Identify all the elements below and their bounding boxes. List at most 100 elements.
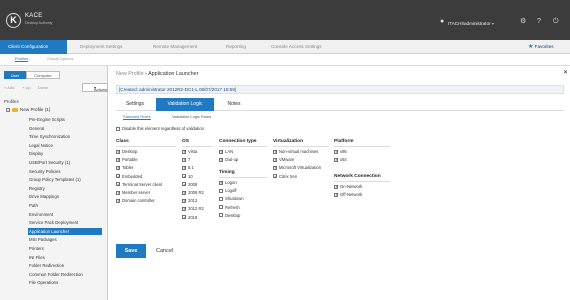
collapse-icon[interactable]: − xyxy=(6,107,10,112)
nav-console-access-settings[interactable]: Console Access Settings xyxy=(271,40,322,54)
sidebar-item[interactable]: INI Files xyxy=(28,254,102,261)
virtualization-checkbox[interactable]: Citrix Xen xyxy=(273,174,297,179)
favorites-button[interactable]: ★ Favorites xyxy=(528,40,554,54)
checkbox-box[interactable] xyxy=(334,157,339,162)
sidebar-item[interactable]: Path xyxy=(28,202,102,209)
network-checkbox[interactable]: Off-Network xyxy=(334,192,362,197)
checkbox-box[interactable] xyxy=(219,213,223,218)
virtualization-checkbox[interactable]: Microsoft Virtualization xyxy=(273,165,321,170)
sidebar-item[interactable]: Time Synchronization xyxy=(28,133,102,140)
checkbox-box[interactable] xyxy=(182,215,187,220)
sidebar-item[interactable]: Folder Redirection xyxy=(28,262,102,269)
sidebar-item[interactable]: Legal Notice xyxy=(28,142,102,149)
checkbox-box[interactable] xyxy=(219,188,223,193)
checkbox-box[interactable] xyxy=(182,206,187,211)
user-menu[interactable]: ITACHI\administrator ▾ xyxy=(448,21,494,26)
class-checkbox[interactable]: Portable xyxy=(116,157,138,162)
checkbox-box[interactable] xyxy=(182,149,187,154)
gear-icon[interactable]: ⚙ xyxy=(520,18,526,26)
move-up-button[interactable]: + Up xyxy=(22,85,31,90)
close-icon[interactable]: ✕ xyxy=(563,69,568,76)
checkbox-box[interactable] xyxy=(182,157,187,162)
checkbox-box[interactable] xyxy=(116,198,121,203)
connection-checkbox[interactable]: Dial-up xyxy=(219,157,238,162)
checkbox-box[interactable] xyxy=(273,165,278,170)
sidebar-item[interactable]: Display xyxy=(28,150,102,157)
checkbox-box[interactable] xyxy=(219,196,223,201)
nav-client-configuration[interactable]: Client Configuration xyxy=(0,40,67,54)
sidebar-item[interactable]: Registry xyxy=(28,185,102,192)
class-checkbox[interactable]: Tablet xyxy=(116,165,133,170)
checkbox-box[interactable] xyxy=(334,192,339,197)
cancel-button[interactable]: Cancel xyxy=(156,244,173,258)
sidebar-item[interactable]: Pre-Engine Scripts xyxy=(28,116,102,123)
sidebar-item[interactable]: Common Folder Redirection xyxy=(28,271,102,278)
class-checkbox[interactable]: Terminal Server client xyxy=(116,182,162,187)
checkbox-box[interactable] xyxy=(182,174,187,179)
sidebar-item[interactable]: Service Pack Deployment xyxy=(28,219,102,226)
question-icon[interactable]: ? xyxy=(537,18,541,26)
save-button[interactable]: Save xyxy=(116,244,146,258)
checkbox-box[interactable] xyxy=(182,165,187,170)
checkbox-box[interactable] xyxy=(219,149,224,154)
subtab-validation-logic-rules[interactable]: Validation Logic Rules xyxy=(172,114,211,119)
checkbox-box[interactable] xyxy=(219,205,223,210)
subnav-global-options[interactable]: Global Options xyxy=(47,56,73,61)
sidebar-item[interactable]: Group Policy Templates (1) xyxy=(28,176,102,183)
sidebar-item[interactable]: Drive Mappings xyxy=(28,193,102,200)
nav-deployment-settings[interactable]: Deployment Settings xyxy=(80,40,122,54)
platform-checkbox[interactable]: x86 xyxy=(334,149,347,154)
nav-remote-management[interactable]: Remote Management xyxy=(153,40,197,54)
os-checkbox[interactable]: 7 xyxy=(182,157,190,162)
subtab-standard-rules[interactable]: Standard Rules xyxy=(123,114,151,120)
checkbox-box[interactable] xyxy=(334,184,339,189)
class-checkbox[interactable]: Member server xyxy=(116,190,150,195)
class-checkbox[interactable]: Domain controller xyxy=(116,198,155,203)
sidebar-item[interactable]: MSI Packages xyxy=(28,236,102,243)
timing-checkbox[interactable]: Logoff xyxy=(219,188,237,193)
checkbox-box[interactable] xyxy=(219,180,224,185)
os-checkbox[interactable]: 2016 xyxy=(182,215,197,220)
move-down-button[interactable]: Down xyxy=(38,85,48,90)
checkbox-box[interactable] xyxy=(116,190,121,195)
os-checkbox[interactable]: 2008 xyxy=(182,182,197,187)
checkbox-box[interactable] xyxy=(116,174,121,179)
nav-reporting[interactable]: Reporting xyxy=(226,40,246,54)
tab-notes[interactable]: Notes xyxy=(214,98,254,111)
sidebar-item[interactable]: Security Policies xyxy=(28,168,102,175)
virtualization-checkbox[interactable]: Non-virtual machines xyxy=(273,149,318,154)
toggle-user[interactable]: User xyxy=(4,71,26,79)
os-checkbox[interactable]: 10 xyxy=(182,174,193,179)
os-checkbox[interactable]: 2012 xyxy=(182,198,197,203)
connection-checkbox[interactable]: LAN xyxy=(219,149,233,154)
tab-settings[interactable]: Settings xyxy=(116,98,154,111)
sidebar-item[interactable]: Application Launcher xyxy=(28,227,102,235)
sidebar-item[interactable]: General xyxy=(28,125,102,132)
os-checkbox[interactable]: Vista xyxy=(182,149,197,154)
network-checkbox[interactable]: On-Network xyxy=(334,184,362,189)
checkbox-box[interactable] xyxy=(273,157,278,162)
timing-checkbox[interactable]: Desktop xyxy=(219,213,240,218)
timing-checkbox[interactable]: Logon xyxy=(219,180,237,185)
virtualization-checkbox[interactable]: VMware xyxy=(273,157,294,162)
tab-validation-logic[interactable]: Validation Logic xyxy=(156,98,214,111)
sidebar-item[interactable]: File Operations xyxy=(28,279,102,286)
checkbox-box[interactable] xyxy=(116,165,121,170)
checkbox-box[interactable] xyxy=(273,149,278,154)
os-checkbox[interactable]: 8.1 xyxy=(182,165,194,170)
checkbox-box[interactable] xyxy=(182,182,187,187)
timing-checkbox[interactable]: Refresh xyxy=(219,205,240,210)
checkbox-box[interactable] xyxy=(116,182,121,187)
timing-checkbox[interactable]: Shutdown xyxy=(219,196,244,201)
sidebar-item[interactable]: USB/Port Security (1) xyxy=(28,159,102,166)
power-icon[interactable]: ⏻ xyxy=(553,18,559,26)
checkbox-box[interactable] xyxy=(334,149,339,154)
platform-checkbox[interactable]: x64 xyxy=(334,157,347,162)
class-checkbox[interactable]: Desktop xyxy=(116,149,137,154)
os-checkbox[interactable]: 2012 R2 xyxy=(182,206,204,211)
breadcrumb-root[interactable]: New Profile xyxy=(116,71,144,77)
checkbox-box[interactable] xyxy=(182,190,187,195)
add-button[interactable]: + Add xyxy=(4,85,14,90)
class-checkbox[interactable]: Embedded xyxy=(116,174,142,179)
checkbox-box[interactable] xyxy=(116,149,121,154)
